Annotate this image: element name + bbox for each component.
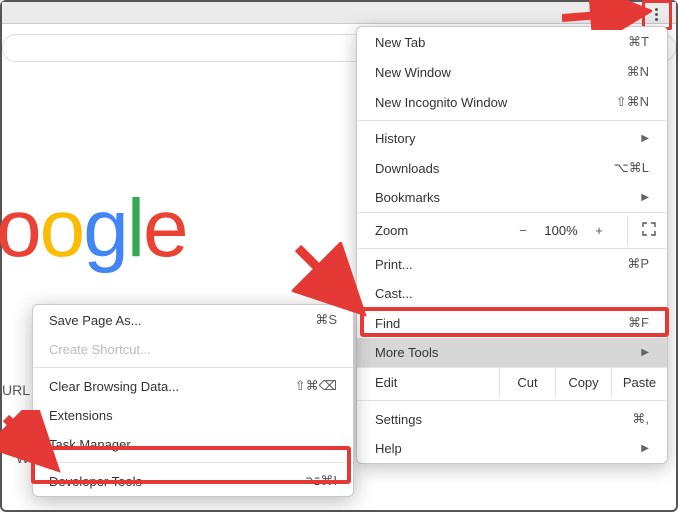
- chevron-right-icon: ▶: [641, 347, 649, 358]
- menu-find[interactable]: Find ⌘F: [357, 308, 667, 338]
- menu-item-shortcut: ⌘F: [628, 315, 649, 331]
- menu-item-label: Cast...: [375, 286, 413, 301]
- menu-item-label: Print...: [375, 257, 413, 272]
- menu-item-label: Help: [375, 441, 402, 456]
- chevron-right-icon: ▶: [641, 192, 649, 203]
- menu-item-label: New Tab: [375, 35, 425, 50]
- menu-item-shortcut: ⌘S: [315, 312, 337, 328]
- menu-settings[interactable]: Settings ⌘,: [357, 404, 667, 434]
- menu-history[interactable]: History ▶: [357, 124, 667, 153]
- menu-separator: [33, 367, 353, 368]
- menu-item-shortcut: ⇧⌘⌫: [295, 378, 337, 394]
- menu-new-incognito[interactable]: New Incognito Window ⇧⌘N: [357, 87, 667, 117]
- zoom-out-button[interactable]: −: [507, 219, 539, 242]
- menu-new-window[interactable]: New Window ⌘N: [357, 57, 667, 87]
- menu-item-label: Create Shortcut...: [49, 342, 151, 357]
- chevron-right-icon: ▶: [641, 133, 649, 144]
- submenu-developer-tools[interactable]: Developer Tools ⌥⌘I: [33, 466, 353, 496]
- menu-downloads[interactable]: Downloads ⌥⌘L: [357, 153, 667, 183]
- edit-copy-button[interactable]: Copy: [555, 368, 611, 397]
- submenu-create-shortcut: Create Shortcut...: [33, 335, 353, 364]
- menu-new-tab[interactable]: New Tab ⌘T: [357, 27, 667, 57]
- menu-help[interactable]: Help ▶: [357, 434, 667, 463]
- menu-item-label: More Tools: [375, 345, 438, 360]
- submenu-extensions[interactable]: Extensions: [33, 401, 353, 430]
- kebab-menu-icon[interactable]: [646, 4, 666, 24]
- submenu-task-manager[interactable]: Task Manager: [33, 430, 353, 459]
- submenu-save-page[interactable]: Save Page As... ⌘S: [33, 305, 353, 335]
- menu-item-label: New Incognito Window: [375, 95, 507, 110]
- menu-print[interactable]: Print... ⌘P: [357, 249, 667, 279]
- browser-top-bar: [2, 2, 676, 24]
- more-tools-submenu: Save Page As... ⌘S Create Shortcut... Cl…: [32, 304, 354, 497]
- menu-item-shortcut: ⌘T: [628, 34, 649, 50]
- menu-separator: [33, 462, 353, 463]
- edit-paste-button[interactable]: Paste: [611, 368, 667, 397]
- menu-item-label: Bookmarks: [375, 190, 440, 205]
- edit-label: Edit: [375, 368, 499, 397]
- menu-zoom-row: Zoom − 100% +: [357, 212, 667, 249]
- menu-item-label: Save Page As...: [49, 313, 142, 328]
- zoom-label: Zoom: [375, 223, 408, 238]
- zoom-in-button[interactable]: +: [583, 219, 615, 242]
- google-logo: oogle: [0, 182, 187, 276]
- misc-label-w: W: [16, 450, 29, 466]
- submenu-clear-data[interactable]: Clear Browsing Data... ⇧⌘⌫: [33, 371, 353, 401]
- zoom-percent: 100%: [539, 223, 583, 238]
- menu-item-shortcut: ⌘P: [627, 256, 649, 272]
- edit-cut-button[interactable]: Cut: [499, 368, 555, 397]
- menu-separator: [357, 400, 667, 401]
- menu-item-label: Settings: [375, 412, 422, 427]
- menu-item-label: Find: [375, 316, 400, 331]
- menu-item-label: Downloads: [375, 161, 439, 176]
- menu-item-shortcut: ⌘,: [632, 411, 649, 427]
- menu-item-shortcut: ⇧⌘N: [616, 94, 649, 110]
- menu-item-shortcut: ⌘N: [627, 64, 649, 80]
- menu-item-label: Task Manager: [49, 437, 131, 452]
- menu-bookmarks[interactable]: Bookmarks ▶: [357, 183, 667, 212]
- menu-item-label: Developer Tools: [49, 474, 142, 489]
- menu-item-shortcut: ⌥⌘L: [614, 160, 649, 176]
- menu-item-label: History: [375, 131, 415, 146]
- menu-separator: [357, 120, 667, 121]
- chrome-main-menu: New Tab ⌘T New Window ⌘N New Incognito W…: [356, 26, 668, 464]
- menu-edit-row: Edit Cut Copy Paste: [357, 367, 667, 397]
- menu-item-label: Extensions: [49, 408, 113, 423]
- fullscreen-icon[interactable]: [627, 216, 659, 245]
- menu-item-label: New Window: [375, 65, 451, 80]
- menu-cast[interactable]: Cast...: [357, 279, 667, 308]
- url-label: URL: [2, 382, 30, 398]
- chevron-right-icon: ▶: [641, 443, 649, 454]
- profile-avatar[interactable]: [620, 6, 634, 20]
- menu-item-label: Clear Browsing Data...: [49, 379, 179, 394]
- menu-item-shortcut: ⌥⌘I: [305, 473, 337, 489]
- menu-more-tools[interactable]: More Tools ▶: [357, 338, 667, 367]
